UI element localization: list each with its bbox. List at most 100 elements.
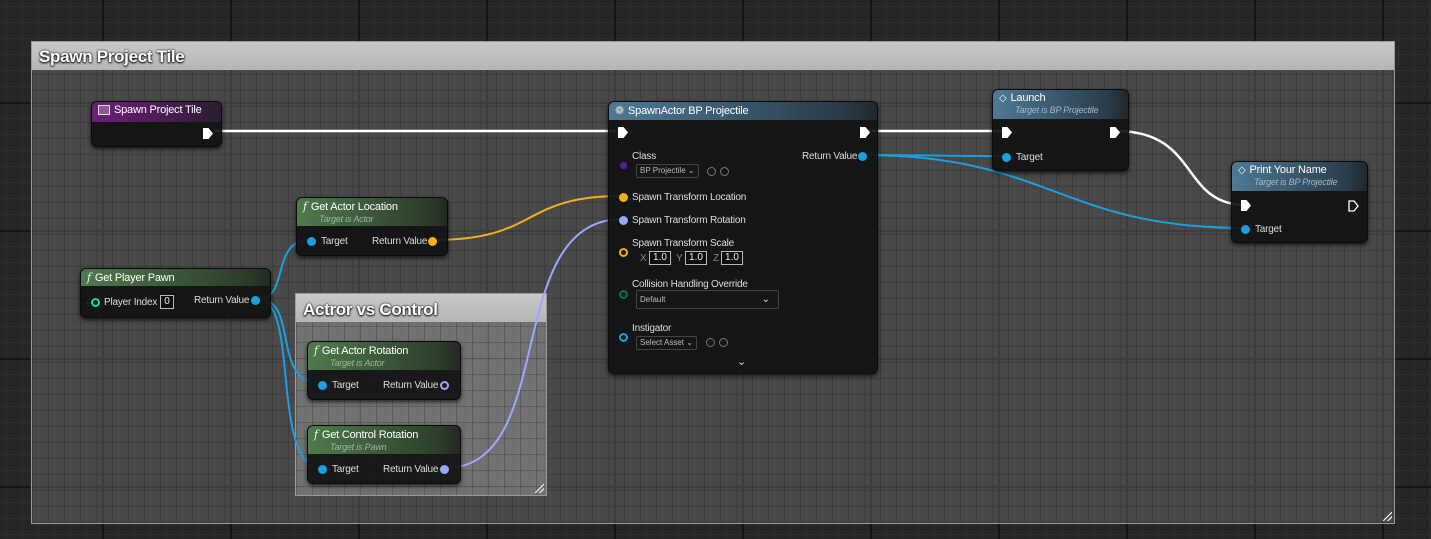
spawn-location-label: Spawn Transform Location bbox=[632, 192, 747, 203]
instigator-pin[interactable] bbox=[619, 333, 628, 342]
comment-title[interactable]: Actror vs Control bbox=[296, 294, 546, 322]
scale-z-input[interactable]: 1.0 bbox=[721, 251, 743, 265]
comment-title[interactable]: Spawn Project Tile bbox=[32, 42, 1394, 70]
node-header: ❁ SpawnActor BP Projectile bbox=[609, 102, 877, 120]
node-launch[interactable]: ◇ Launch Target is BP Projectile Target bbox=[992, 89, 1129, 171]
node-subtitle: Target is BP Projectile bbox=[1254, 177, 1338, 187]
return-value-label: Return Value bbox=[802, 151, 858, 162]
node-title: Get Actor Rotation bbox=[321, 344, 409, 357]
exec-in-pin[interactable] bbox=[1002, 127, 1012, 138]
function-call-icon: ◇ bbox=[1238, 164, 1246, 176]
return-value-pin[interactable] bbox=[428, 237, 437, 246]
exec-out-pin[interactable] bbox=[1348, 200, 1359, 212]
chevron-down-icon: ⌄ bbox=[687, 166, 695, 175]
chevron-down-icon: ⌄ bbox=[686, 338, 693, 347]
return-value-label: Return Value bbox=[383, 464, 439, 475]
function-call-icon: ◇ bbox=[999, 92, 1007, 104]
browse-icon[interactable] bbox=[719, 338, 728, 347]
node-title: Get Actor Location bbox=[310, 200, 398, 213]
scale-z-label: Z bbox=[713, 253, 719, 264]
node-get-actor-rotation[interactable]: f Get Actor Rotation Target is Actor Tar… bbox=[307, 341, 461, 400]
player-index-pin[interactable] bbox=[91, 298, 100, 307]
return-value-label: Return Value bbox=[194, 295, 250, 306]
class-value: BP Projectile bbox=[640, 166, 686, 175]
node-get-player-pawn[interactable]: f Get Player Pawn Player Index 0 Return … bbox=[80, 268, 271, 318]
target-label: Target bbox=[332, 464, 359, 475]
target-label: Target bbox=[321, 236, 348, 247]
instigator-label: Instigator bbox=[632, 323, 672, 334]
target-label: Target bbox=[1016, 152, 1043, 163]
class-dropdown[interactable]: BP Projectile ⌄ bbox=[636, 164, 699, 178]
use-selected-icon[interactable] bbox=[707, 167, 716, 176]
player-index-label: Player Index bbox=[104, 297, 158, 308]
function-icon: f bbox=[314, 428, 318, 441]
node-title: Get Player Pawn bbox=[94, 271, 175, 284]
spawn-scale-pin[interactable] bbox=[619, 248, 628, 257]
scale-y-label: Y bbox=[676, 253, 683, 264]
node-get-control-rotation[interactable]: f Get Control Rotation Target is Pawn Ta… bbox=[307, 425, 461, 484]
player-index-input[interactable]: 0 bbox=[160, 295, 174, 309]
exec-in-pin[interactable] bbox=[618, 127, 628, 138]
spawn-scale-label: Spawn Transform Scale bbox=[632, 238, 734, 249]
class-label: Class bbox=[632, 151, 657, 162]
chevron-down-icon: ⌄ bbox=[761, 294, 770, 305]
target-pin[interactable] bbox=[1241, 225, 1250, 234]
collision-pin[interactable] bbox=[619, 290, 628, 299]
function-icon: f bbox=[314, 344, 318, 357]
collision-value: Default bbox=[640, 295, 666, 304]
instigator-value: Select Asset bbox=[640, 338, 685, 347]
node-header: f Get Player Pawn bbox=[81, 269, 270, 286]
scale-x-label: X bbox=[640, 253, 647, 264]
use-selected-icon[interactable] bbox=[706, 338, 715, 347]
node-title: Get Control Rotation bbox=[321, 428, 419, 441]
node-get-actor-location[interactable]: f Get Actor Location Target is Actor Tar… bbox=[296, 197, 448, 256]
node-header: f Get Control Rotation Target is Pawn bbox=[308, 426, 460, 454]
return-value-label: Return Value bbox=[372, 236, 428, 247]
target-pin[interactable] bbox=[307, 237, 316, 246]
target-pin[interactable] bbox=[318, 465, 327, 474]
node-subtitle: Target is Actor bbox=[330, 358, 385, 368]
collision-dropdown[interactable]: Default ⌄ bbox=[636, 290, 779, 309]
comment-resize-handle[interactable] bbox=[535, 484, 544, 493]
exec-out-pin[interactable] bbox=[860, 127, 870, 138]
target-pin[interactable] bbox=[1002, 153, 1011, 162]
return-value-pin[interactable] bbox=[440, 381, 449, 390]
node-title: Print Your Name bbox=[1249, 164, 1327, 176]
collision-label: Collision Handling Override bbox=[632, 279, 748, 290]
return-value-pin[interactable] bbox=[440, 465, 449, 474]
instigator-dropdown[interactable]: Select Asset ⌄ bbox=[636, 336, 697, 350]
class-pin[interactable] bbox=[619, 161, 628, 170]
spawn-rotation-label: Spawn Transform Rotation bbox=[632, 215, 746, 226]
expand-chevron-icon[interactable]: ⌄ bbox=[737, 355, 746, 368]
event-icon bbox=[98, 105, 110, 115]
exec-out-pin[interactable] bbox=[203, 128, 213, 139]
exec-out-pin[interactable] bbox=[1110, 127, 1120, 138]
node-title: SpawnActor BP Projectile bbox=[628, 104, 749, 117]
scale-y-input[interactable]: 1.0 bbox=[685, 251, 707, 265]
spawn-rotation-pin[interactable] bbox=[619, 216, 628, 225]
node-print-your-name[interactable]: ◇ Print Your Name Target is BP Projectil… bbox=[1231, 161, 1368, 243]
node-subtitle: Target is Actor bbox=[319, 214, 374, 224]
spawn-location-pin[interactable] bbox=[619, 193, 628, 202]
node-subtitle: Target is BP Projectile bbox=[1015, 105, 1099, 115]
node-header: ◇ Launch Target is BP Projectile bbox=[993, 90, 1128, 119]
return-value-label: Return Value bbox=[383, 380, 439, 391]
browse-icon[interactable] bbox=[720, 167, 729, 176]
node-header: f Get Actor Location Target is Actor bbox=[297, 198, 447, 226]
node-title: Spawn Project Tile bbox=[114, 104, 202, 116]
node-header: Spawn Project Tile bbox=[92, 102, 221, 122]
function-icon: f bbox=[303, 200, 307, 213]
target-pin[interactable] bbox=[318, 381, 327, 390]
node-title: Launch bbox=[1010, 92, 1046, 104]
target-label: Target bbox=[1255, 224, 1282, 235]
node-spawn-actor[interactable]: ❁ SpawnActor BP Projectile Class BP Proj… bbox=[608, 101, 878, 374]
scale-x-input[interactable]: 1.0 bbox=[649, 251, 671, 265]
function-icon: f bbox=[87, 271, 91, 284]
spawn-icon: ❁ bbox=[615, 105, 625, 117]
node-event-spawn-project-tile[interactable]: Spawn Project Tile bbox=[91, 101, 222, 147]
return-value-pin[interactable] bbox=[858, 152, 867, 161]
target-label: Target bbox=[332, 380, 359, 391]
return-value-pin[interactable] bbox=[251, 296, 260, 305]
comment-resize-handle[interactable] bbox=[1383, 512, 1392, 521]
exec-in-pin[interactable] bbox=[1241, 200, 1251, 211]
